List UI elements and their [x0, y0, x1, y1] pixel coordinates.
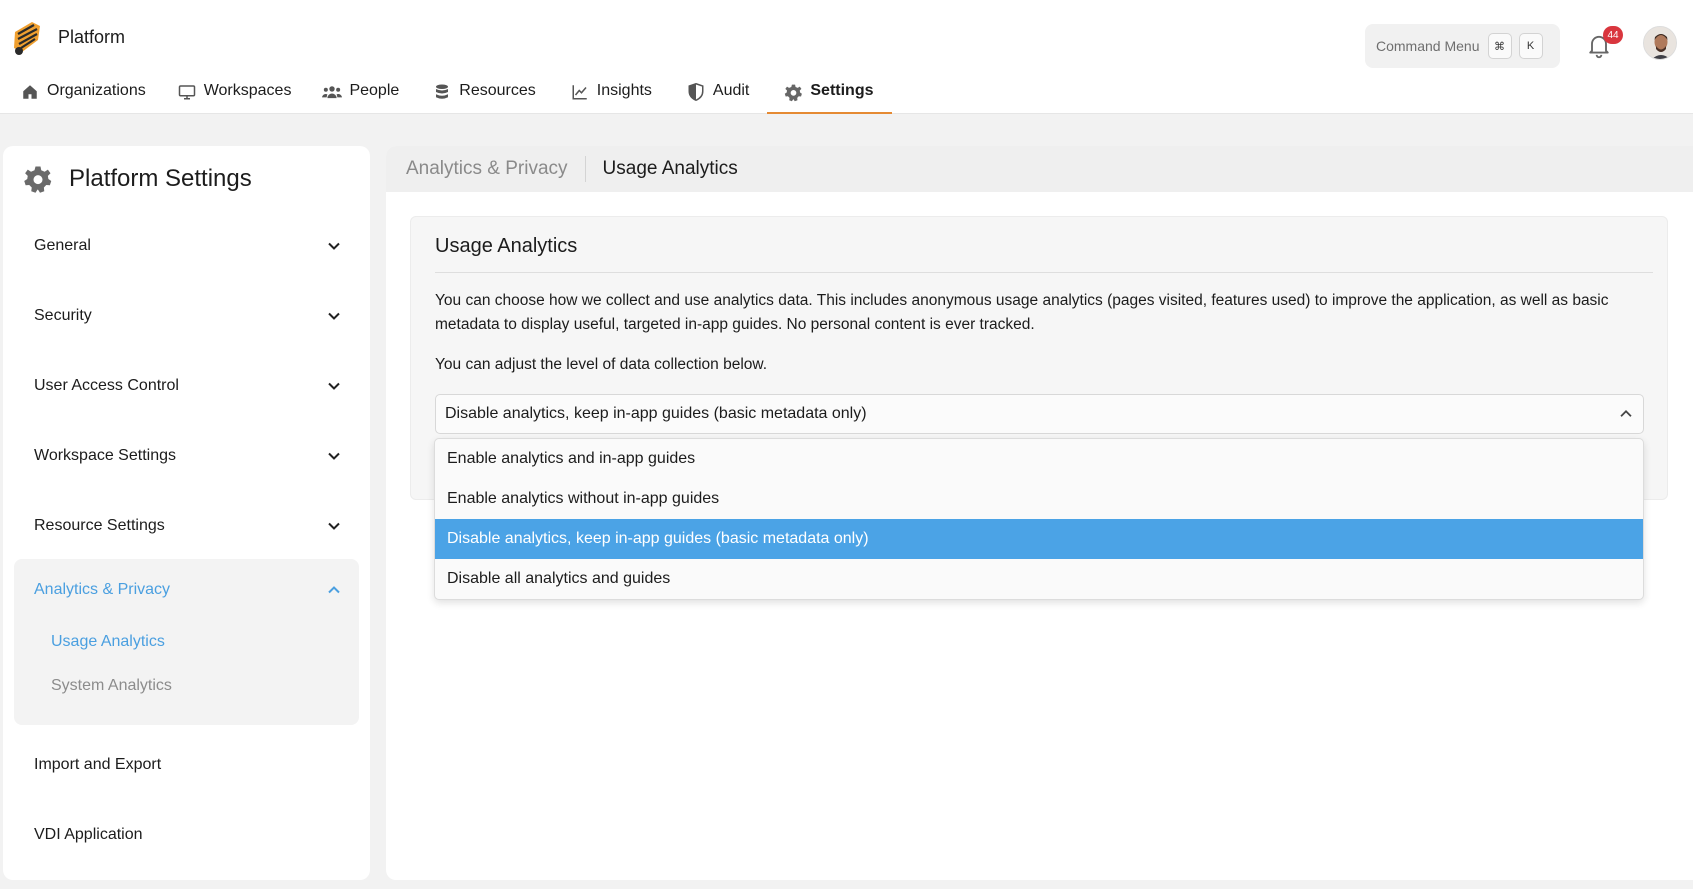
sidebar-item-resource-settings[interactable]: Resource Settings [34, 511, 344, 541]
sidebar-header: Platform Settings [23, 164, 252, 194]
sidebar-item-label: VDI Application [34, 826, 143, 843]
chevron-down-icon [328, 382, 340, 390]
nav-workspaces[interactable]: Workspaces [177, 78, 292, 114]
sidebar-item-security[interactable]: Security [34, 301, 344, 331]
chevron-up-icon [328, 586, 340, 594]
app-logo[interactable] [10, 18, 42, 58]
sidebar-item-label: General [34, 237, 91, 254]
sidebar-item-label: Workspace Settings [34, 447, 176, 464]
sidebar-item-workspace-settings[interactable]: Workspace Settings [34, 441, 344, 471]
sidebar-title: Platform Settings [69, 165, 252, 192]
nav-label: Resources [459, 82, 536, 99]
sidebar-subitem-usage-analytics[interactable]: Usage Analytics [51, 633, 165, 651]
nav-label: Audit [712, 82, 750, 99]
sidebar-item-label: Import and Export [34, 756, 162, 773]
analytics-level-select[interactable]: Disable analytics, keep in-app guides (b… [435, 394, 1644, 434]
nav-insights[interactable]: Insights [570, 78, 652, 114]
nav-audit[interactable]: Audit [686, 78, 749, 114]
dropdown-option-selected[interactable]: Disable analytics, keep in-app guides (b… [435, 519, 1643, 559]
top-header: Platform Command Menu ⌘ K 44 Organizatio… [0, 0, 1693, 114]
shield-icon [686, 82, 706, 102]
nav-label: People [349, 82, 400, 99]
chevron-down-icon [328, 242, 340, 250]
select-value: Disable analytics, keep in-app guides (b… [445, 405, 867, 422]
command-key-badge: ⌘ [1487, 33, 1512, 59]
command-menu-label: Command Menu [1376, 38, 1480, 54]
analytics-level-dropdown: Enable analytics and in-app guides Enabl… [434, 438, 1644, 600]
home-icon [20, 82, 40, 102]
dropdown-option[interactable]: Enable analytics without in-app guides [435, 479, 1643, 519]
database-icon [432, 82, 452, 102]
people-icon [322, 82, 343, 102]
dropdown-option[interactable]: Enable analytics and in-app guides [435, 439, 1643, 479]
main-nav: Organizations Workspaces People Resource… [0, 78, 892, 114]
sidebar-item-general[interactable]: General [34, 231, 344, 261]
divider [435, 272, 1653, 273]
avatar[interactable] [1643, 26, 1677, 60]
nav-people[interactable]: People [322, 78, 399, 114]
nav-label: Insights [596, 82, 652, 99]
nav-settings[interactable]: Settings [767, 78, 892, 114]
nav-resources[interactable]: Resources [432, 78, 536, 114]
nav-label: Workspaces [203, 82, 292, 99]
chevron-down-icon [328, 452, 340, 460]
chevron-up-icon [1620, 410, 1632, 417]
sidebar-item-analytics-privacy[interactable]: Analytics & Privacy [34, 575, 344, 605]
notification-count-badge: 44 [1603, 26, 1623, 44]
card-title: Usage Analytics [435, 235, 578, 257]
app-title: Platform [58, 27, 126, 47]
dropdown-option[interactable]: Disable all analytics and guides [435, 559, 1643, 599]
sidebar-subitem-system-analytics[interactable]: System Analytics [51, 677, 172, 695]
nav-label: Settings [810, 82, 874, 99]
nav-organizations[interactable]: Organizations [20, 78, 146, 114]
breadcrumb-current: Usage Analytics [602, 158, 738, 179]
sidebar-group-analytics-privacy: Analytics & Privacy Usage Analytics Syst… [14, 559, 359, 725]
chevron-down-icon [328, 522, 340, 530]
breadcrumb: Analytics & Privacy Usage Analytics [386, 146, 1693, 192]
command-menu-button[interactable]: Command Menu ⌘ K [1365, 24, 1560, 68]
settings-sidebar: Platform Settings General Security User … [3, 146, 370, 880]
sidebar-item-import-export[interactable]: Import and Export [34, 750, 344, 780]
adjust-text: You can adjust the level of data collect… [435, 356, 768, 373]
monitor-icon [177, 82, 197, 102]
nav-label: Organizations [47, 82, 146, 99]
description-text: You can choose how we collect and use an… [435, 292, 1609, 333]
user-avatar-icon [1644, 27, 1676, 59]
gear-icon [24, 166, 52, 193]
gear-icon [783, 82, 803, 102]
k-key-badge: K [1518, 33, 1543, 59]
chevron-down-icon [328, 312, 340, 320]
sidebar-item-vdi-application[interactable]: VDI Application [34, 820, 344, 850]
breadcrumb-parent[interactable]: Analytics & Privacy [406, 156, 586, 182]
sidebar-item-label: User Access Control [34, 377, 179, 394]
sidebar-item-label: Security [34, 307, 92, 324]
sidebar-item-user-access-control[interactable]: User Access Control [34, 371, 344, 401]
sidebar-item-label: Analytics & Privacy [34, 581, 171, 598]
chart-line-icon [570, 82, 590, 102]
sidebar-item-label: Resource Settings [34, 517, 165, 534]
